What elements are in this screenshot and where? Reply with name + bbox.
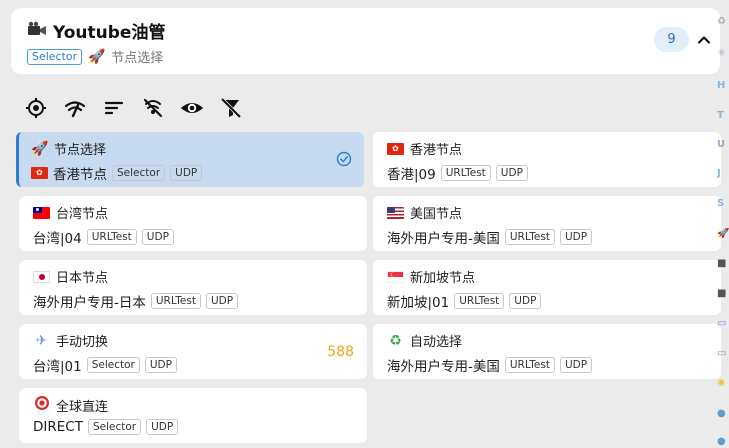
show-hide-button[interactable] <box>180 96 204 120</box>
udp-tag: UDP <box>144 357 177 373</box>
group-type-tag: Selector <box>27 48 83 65</box>
filter-off-icon <box>220 97 242 119</box>
target-icon <box>33 395 50 415</box>
proxy-count-badge: 9 <box>654 27 689 52</box>
video-camera-icon: ■ <box>717 258 727 269</box>
proxy-name: 手动切换 <box>56 335 109 350</box>
check-circle-icon <box>336 151 352 167</box>
sg-flag-icon: ☾ <box>387 270 404 283</box>
proxy-card-hk[interactable]: ✿ 香港节点 香港|09 URLTest UDP <box>373 132 721 187</box>
delay-test-button[interactable] <box>63 96 87 120</box>
group-subtitle-row: Selector 🚀 节点选择 <box>27 47 163 66</box>
delay-value[interactable]: 588 <box>327 344 354 360</box>
proxy-card-manual-switch[interactable]: ✈ 手动切换 台湾|01 Selector UDP 588 <box>19 324 367 379</box>
globe-icon: ● <box>717 408 726 419</box>
udp-tag: UDP <box>559 229 593 245</box>
proxy-name: 香港节点 <box>410 143 463 158</box>
recycle-icon: ♻ <box>389 332 402 349</box>
group-title: Youtube油管 <box>53 23 166 43</box>
rocket-icon: 🚀 <box>31 140 49 157</box>
us-flag-icon <box>387 206 404 219</box>
proxy-card-tw[interactable]: 台湾节点 台湾|04 URLTest UDP <box>19 196 367 251</box>
hide-unavailable-icon <box>143 98 163 118</box>
video-camera-icon: ■ <box>717 288 727 299</box>
udp-tag: UDP <box>509 293 542 309</box>
proxy-type-tag: Selector <box>112 165 166 181</box>
side-index-strip[interactable]: ♻ ⚛ H T U J S 🚀 ■ ■ ▭ ▭ ✺ ● ● <box>717 0 729 448</box>
udp-tag: UDP <box>146 419 179 435</box>
udp-tag: UDP <box>559 357 593 373</box>
proxy-current: 海外用户专用-日本 <box>33 295 146 311</box>
group-toolbar <box>24 96 243 120</box>
hk-flag-icon: ✿ <box>387 142 404 155</box>
sort-icon <box>104 101 124 115</box>
proxy-type-tag: URLTest <box>504 229 555 245</box>
proxy-type-tag: URLTest <box>454 293 505 309</box>
proxy-card-sg[interactable]: ☾ 新加坡节点 新加坡|01 URLTest UDP <box>373 260 721 315</box>
delay-test-icon <box>64 101 86 118</box>
group-current-node: 节点选择 <box>111 51 164 66</box>
atom-icon: ⚛ <box>717 48 726 59</box>
hide-unavailable-button[interactable] <box>141 96 165 120</box>
side-index-item[interactable]: S <box>717 198 729 209</box>
rocket-icon: 🚀 <box>717 228 729 239</box>
locate-icon <box>26 98 46 118</box>
sort-button[interactable] <box>102 96 126 120</box>
proxy-current: 海外用户专用-美国 <box>387 231 500 247</box>
side-index-item[interactable]: T <box>717 110 729 121</box>
proxy-name: 全球直连 <box>56 399 109 415</box>
proxy-type-tag: URLTest <box>440 165 491 181</box>
locate-button[interactable] <box>24 96 48 120</box>
proxy-current: 台湾|04 <box>33 231 82 247</box>
proxy-name: 日本节点 <box>56 271 109 286</box>
udp-tag: UDP <box>495 165 528 181</box>
proxy-name: 新加坡节点 <box>410 271 476 286</box>
eye-icon <box>181 103 203 113</box>
jp-flag-icon <box>33 270 50 283</box>
video-camera-icon <box>27 21 47 41</box>
hk-flag-icon: ✿ <box>31 167 48 179</box>
proxy-type-tag: URLTest <box>150 293 201 309</box>
proxy-card-node-select[interactable]: 🚀 节点选择 ✿ 香港节点 Selector UDP <box>16 132 364 187</box>
tw-flag-icon <box>33 206 50 219</box>
proxy-card-jp[interactable]: 日本节点 海外用户专用-日本 URLTest UDP <box>19 260 367 315</box>
proxy-current: 台湾|01 <box>33 359 82 375</box>
udp-tag: UDP <box>170 165 203 181</box>
proxy-current: DIRECT <box>33 419 83 435</box>
tv-icon: ▭ <box>717 348 727 359</box>
proxy-type-tag: URLTest <box>504 357 555 373</box>
udp-tag: UDP <box>205 293 239 309</box>
proxy-type-tag: URLTest <box>86 229 137 245</box>
filter-button[interactable] <box>219 96 243 120</box>
proxy-current: 香港节点 <box>53 167 107 183</box>
side-index-item[interactable]: U <box>717 139 729 150</box>
sparkle-icon: ✺ <box>717 378 726 389</box>
proxy-card-auto-select[interactable]: ♻ 自动选择 海外用户专用-美国 URLTest UDP <box>373 324 721 379</box>
udp-tag: UDP <box>141 229 174 245</box>
proxy-name: 美国节点 <box>410 207 463 222</box>
proxy-current: 香港|09 <box>387 167 436 183</box>
recycle-icon: ♻ <box>717 16 726 27</box>
globe-icon: ● <box>717 436 726 447</box>
proxy-type-tag: Selector <box>87 419 142 435</box>
proxy-name: 节点选择 <box>54 143 107 158</box>
proxy-card-direct[interactable]: 全球直连 DIRECT Selector UDP <box>19 388 367 443</box>
collapse-button[interactable] <box>695 31 713 49</box>
rocket-icon: 🚀 <box>88 48 106 65</box>
tv-icon: ▭ <box>717 318 727 329</box>
group-header[interactable]: Youtube油管 Selector 🚀 节点选择 9 <box>11 8 720 74</box>
proxy-current: 新加坡|01 <box>387 295 450 311</box>
chevron-up-icon <box>697 36 711 44</box>
group-title-row: Youtube油管 <box>27 18 165 43</box>
side-index-item[interactable]: J <box>717 168 729 179</box>
proxy-name: 台湾节点 <box>56 207 109 222</box>
proxy-card-us[interactable]: 美国节点 海外用户专用-美国 URLTest UDP <box>373 196 721 251</box>
proxy-name: 自动选择 <box>410 335 463 350</box>
airplane-icon: ✈ <box>35 332 48 349</box>
side-index-item[interactable]: H <box>717 80 729 91</box>
proxy-type-tag: Selector <box>86 357 140 373</box>
proxy-current: 海外用户专用-美国 <box>387 359 500 375</box>
